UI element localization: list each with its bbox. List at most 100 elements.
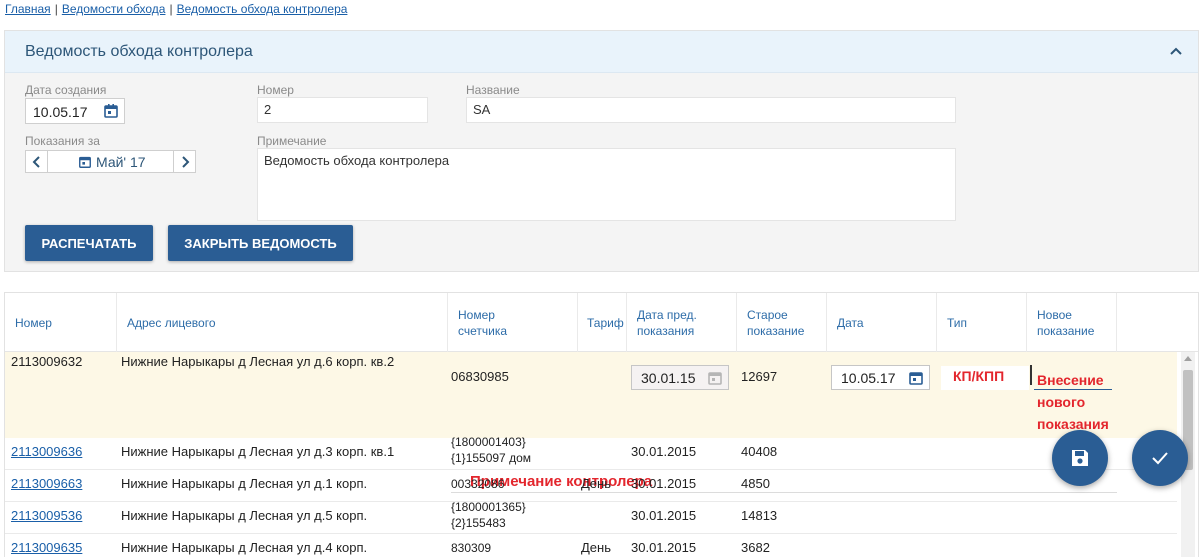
header-spacer bbox=[1117, 293, 1198, 352]
row-prev-date: 30.01.2015 bbox=[631, 508, 697, 523]
row-meter: 00332086 bbox=[451, 476, 504, 492]
row-number-link[interactable]: 2113009536 bbox=[11, 508, 82, 523]
row-number-link[interactable]: 2113009636 bbox=[11, 444, 82, 459]
row-meter-line1: 00332086 bbox=[451, 477, 505, 491]
header-prev-date-line2: показания bbox=[637, 323, 695, 338]
header-meter-line2: счетчика bbox=[458, 323, 508, 338]
row-old-value: 4850 bbox=[741, 476, 770, 491]
breadcrumb: Главная | Ведомости обхода | Ведомость обход… bbox=[5, 2, 347, 16]
row-meter: {1800001403} {1}155097 дом bbox=[451, 434, 531, 466]
panel-header: Ведомость обхода контролера bbox=[5, 31, 1198, 73]
number-field[interactable]: 2 bbox=[257, 97, 428, 123]
number-label: Номер bbox=[257, 83, 294, 97]
name-label: Название bbox=[466, 83, 520, 97]
header-new-line1: Новое bbox=[1037, 307, 1072, 322]
save-fab-button[interactable] bbox=[1052, 430, 1108, 486]
calendar-icon[interactable] bbox=[103, 103, 119, 119]
row-meter: {1800001365} {2}155483 bbox=[451, 499, 526, 531]
table-row[interactable]: 2113009663 Нижние Нарыкары д Лесная ул д… bbox=[5, 470, 1177, 502]
breadcrumb-separator: | bbox=[169, 2, 173, 16]
row-address: Нижние Нарыкары д Лесная ул д.5 корп. bbox=[121, 508, 368, 523]
text-cursor bbox=[1030, 365, 1032, 385]
reading-date-value: 10.05.17 bbox=[841, 370, 896, 386]
created-date-field[interactable]: 10.05.17 bbox=[25, 98, 125, 124]
sheet-form-panel: Ведомость обхода контролера Дата создани… bbox=[4, 30, 1199, 272]
breadcrumb-home[interactable]: Главная bbox=[5, 2, 51, 16]
panel-title: Ведомость обхода контролера bbox=[25, 43, 253, 60]
row-meter-line1: {1800001403} bbox=[451, 435, 526, 449]
created-date-label: Дата создания bbox=[25, 83, 107, 97]
calendar-icon bbox=[708, 372, 722, 385]
row-address: Нижние Нарыкары д Лесная ул д.4 корп. bbox=[121, 540, 368, 555]
header-old-value[interactable]: Старое показание bbox=[737, 293, 827, 352]
period-month-picker[interactable]: Май' 17 bbox=[25, 150, 196, 173]
period-label: Показания за bbox=[25, 134, 100, 148]
row-number-link[interactable]: 2113009635 bbox=[11, 540, 82, 555]
header-address[interactable]: Адрес лицевого bbox=[117, 293, 448, 352]
note-textarea[interactable]: Ведомость обхода контролера bbox=[257, 148, 956, 221]
row-prev-date: 30.01.2015 bbox=[631, 476, 697, 491]
header-old-line1: Старое bbox=[747, 307, 788, 322]
row-prev-date: 30.01.2015 bbox=[631, 540, 697, 555]
table-row[interactable]: 2113009635 Нижние Нарыкары д Лесная ул д… bbox=[5, 534, 1177, 557]
header-prev-date-line1: Дата пред. bbox=[637, 307, 697, 322]
breadcrumb-rounds-list[interactable]: Ведомости обхода bbox=[62, 2, 166, 16]
reading-date-input[interactable]: 10.05.17 bbox=[831, 365, 930, 390]
header-date[interactable]: Дата bbox=[827, 293, 937, 352]
chevron-up-icon[interactable] bbox=[1168, 43, 1184, 59]
header-prev-date[interactable]: Дата пред. показания bbox=[627, 293, 737, 352]
row-old-value: 14813 bbox=[741, 508, 778, 523]
row-tariff: День bbox=[581, 540, 611, 555]
breadcrumb-current[interactable]: Ведомость обхода контролера bbox=[177, 2, 348, 16]
row-number-link[interactable]: 2113009663 bbox=[11, 476, 82, 491]
row-old-value: 12697 bbox=[741, 369, 778, 384]
header-meter[interactable]: Номер счетчика bbox=[448, 293, 578, 352]
row-meter: 06830985 bbox=[451, 369, 509, 384]
header-number[interactable]: Номер bbox=[5, 293, 117, 352]
reading-type-select[interactable]: КП/КПП bbox=[941, 366, 1029, 390]
next-month-button[interactable] bbox=[173, 151, 195, 172]
chevron-right-icon bbox=[181, 156, 189, 168]
save-icon bbox=[1072, 450, 1088, 466]
table-row[interactable]: 2113009536 Нижние Нарыкары д Лесная ул д… bbox=[5, 499, 1177, 534]
row-number: 2113009632 bbox=[11, 354, 83, 369]
name-field[interactable]: SA bbox=[466, 97, 956, 123]
new-value-annotation-line2: нового bbox=[1037, 394, 1086, 410]
row-address: Нижние Нарыкары д Лесная ул д.1 корп. bbox=[121, 476, 368, 491]
period-month-text: Май' 17 bbox=[96, 154, 146, 170]
print-button[interactable]: РАСПЕЧАТАТЬ bbox=[25, 225, 153, 261]
header-type[interactable]: Тип bbox=[937, 293, 1027, 352]
prev-date-value: 30.01.15 bbox=[641, 370, 696, 386]
calendar-icon bbox=[79, 156, 91, 168]
row-old-value: 3682 bbox=[741, 540, 770, 555]
check-icon bbox=[1152, 452, 1168, 465]
breadcrumb-separator: | bbox=[54, 2, 58, 16]
row-prev-date: 30.01.2015 bbox=[631, 444, 697, 459]
confirm-fab-button[interactable] bbox=[1132, 430, 1188, 486]
chevron-left-icon bbox=[32, 156, 40, 168]
header-new-value[interactable]: Новое показание bbox=[1027, 293, 1117, 352]
row-meter-line2: {2}155483 bbox=[451, 516, 506, 530]
row-tariff: День bbox=[581, 476, 611, 491]
created-date-value: 10.05.17 bbox=[33, 104, 88, 120]
row-meter: 830309 bbox=[451, 540, 491, 556]
header-tariff[interactable]: Тариф bbox=[578, 293, 627, 352]
table-row[interactable]: 2113009636 Нижние Нарыкары д Лесная ул д… bbox=[5, 435, 1177, 470]
new-value-annotation: Внесение нового показания bbox=[1037, 369, 1109, 435]
row-meter-line2: {1}155097 дом bbox=[451, 451, 531, 465]
row-old-value: 40408 bbox=[741, 444, 778, 459]
scroll-up-arrow-icon[interactable] bbox=[1184, 356, 1192, 361]
header-new-line2: показание bbox=[1037, 323, 1095, 338]
row-address: Нижние Нарыкары д Лесная ул д.3 корп. кв… bbox=[121, 444, 395, 459]
close-sheet-button[interactable]: ЗАКРЫТЬ ВЕДОМОСТЬ bbox=[168, 225, 353, 261]
calendar-icon[interactable] bbox=[908, 370, 924, 386]
previous-month-button[interactable] bbox=[26, 151, 48, 172]
table-row-selected[interactable]: 2113009632 Нижние Нарыкары д Лесная ул д… bbox=[5, 352, 1177, 493]
period-month-value[interactable]: Май' 17 bbox=[78, 154, 146, 170]
row-address: Нижние Нарыкары д Лесная ул д.6 корп. кв… bbox=[121, 354, 395, 369]
note-label: Примечание bbox=[257, 134, 327, 148]
header-old-line2: показание bbox=[747, 323, 805, 338]
row-meter-line1: {1800001365} bbox=[451, 500, 526, 514]
row-meter-line1: 830309 bbox=[451, 541, 492, 555]
prev-date-input: 30.01.15 bbox=[631, 365, 729, 390]
